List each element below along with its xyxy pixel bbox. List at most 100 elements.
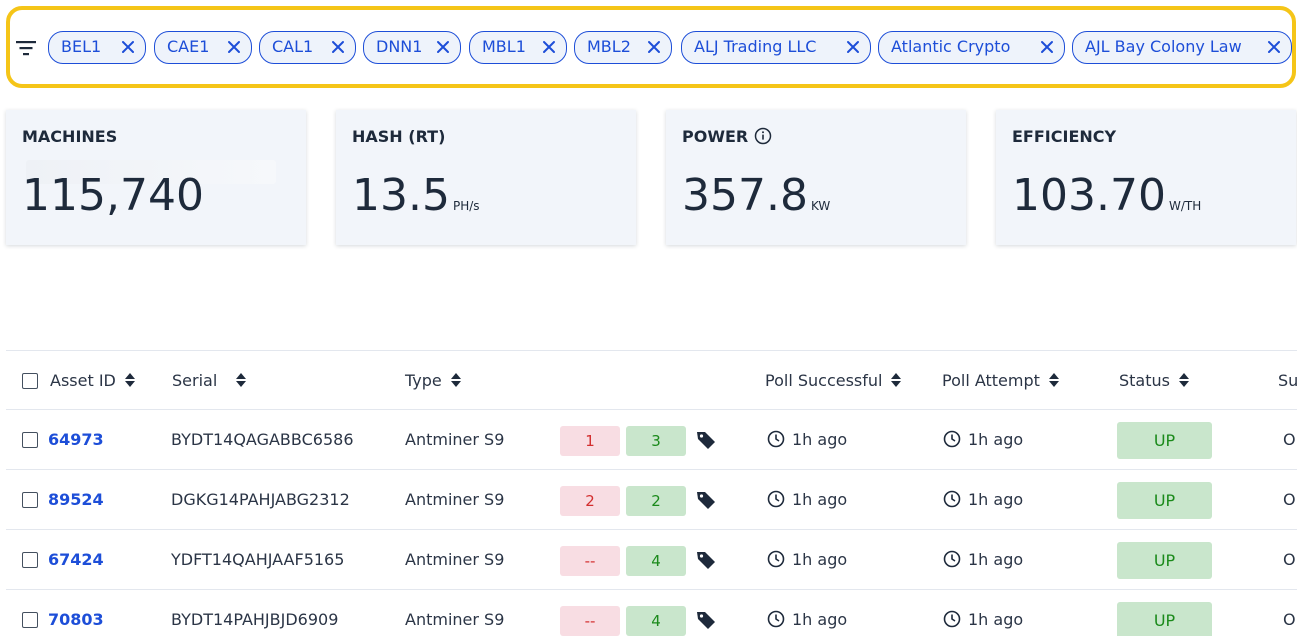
close-icon[interactable] <box>1040 40 1054 54</box>
error-count-badge: -- <box>560 546 620 576</box>
close-icon[interactable] <box>647 40 661 54</box>
poll-attempt-cell: 1h ago <box>943 530 1023 590</box>
su-cell: OK <box>1283 490 1297 509</box>
close-icon[interactable] <box>846 40 860 54</box>
info-icon[interactable] <box>754 127 772 145</box>
poll-successful-text: 1h ago <box>792 550 848 569</box>
clock-icon <box>767 490 785 508</box>
sort-icon[interactable] <box>890 372 902 388</box>
dashboard: BEL1 CAE1 CAL1 DNN1 MBL1 MBL2 ALJ Tradin… <box>0 0 1297 636</box>
filter-chip-label: Atlantic Crypto <box>891 37 1011 56</box>
tag-icon[interactable] <box>695 609 717 631</box>
stat-number: 115,740 <box>22 170 204 221</box>
stat-title: MACHINES <box>22 127 118 146</box>
column-label: Type <box>405 371 442 390</box>
filter-icon[interactable] <box>14 36 38 60</box>
row-checkbox[interactable] <box>22 492 38 508</box>
stat-title-wrap: POWER <box>682 127 772 146</box>
asset-id-link[interactable]: 67424 <box>48 530 104 590</box>
row-checkbox[interactable] <box>22 612 38 628</box>
column-header-asset-id[interactable]: Asset ID <box>50 351 136 411</box>
close-icon[interactable] <box>121 40 135 54</box>
select-all-checkbox[interactable] <box>22 373 38 389</box>
poll-successful-cell: 1h ago <box>767 590 847 636</box>
column-header-serial[interactable]: Serial <box>172 351 247 411</box>
ok-count-badge: 2 <box>626 486 686 516</box>
poll-successful-cell: 1h ago <box>767 530 847 590</box>
filter-chip-dnn1[interactable]: DNN1 <box>363 31 461 64</box>
column-label: Poll Attempt <box>942 371 1040 390</box>
ok-count-badge: 4 <box>626 546 686 576</box>
serial-cell: BYDT14PAHJBJD6909 <box>171 610 339 629</box>
serial-cell: DGKG14PAHJABG2312 <box>171 490 350 509</box>
stat-unit: W/TH <box>1168 199 1202 213</box>
poll-successful-cell: 1h ago <box>767 470 847 530</box>
stat-card-efficiency: EFFICIENCY 103.70 W/TH <box>996 110 1296 245</box>
filter-chip-bel1[interactable]: BEL1 <box>48 31 146 64</box>
clock-icon <box>767 430 785 448</box>
filter-chip-atlantic-crypto[interactable]: Atlantic Crypto <box>878 31 1065 64</box>
stat-number: 357.8 <box>682 170 808 221</box>
sort-icon[interactable] <box>450 372 462 388</box>
row-checkbox[interactable] <box>22 552 38 568</box>
asset-id-link[interactable]: 89524 <box>48 470 104 530</box>
poll-attempt-cell: 1h ago <box>943 410 1023 470</box>
table-row[interactable]: 89524 DGKG14PAHJABG2312 Antminer S9 2 2 … <box>6 470 1297 530</box>
column-header-type[interactable]: Type <box>405 351 462 411</box>
asset-id-link[interactable]: 70803 <box>48 590 104 636</box>
table-row[interactable]: 70803 BYDT14PAHJBJD6909 Antminer S9 -- 4… <box>6 590 1297 636</box>
poll-attempt-cell: 1h ago <box>943 470 1023 530</box>
row-checkbox[interactable] <box>22 432 38 448</box>
close-icon[interactable] <box>436 40 450 54</box>
filter-bar: BEL1 CAE1 CAL1 DNN1 MBL1 MBL2 ALJ Tradin… <box>6 6 1296 88</box>
column-label: Status <box>1119 371 1170 390</box>
su-cell: OK <box>1283 550 1297 569</box>
filter-chip-alj-trading[interactable]: ALJ Trading LLC <box>681 31 871 64</box>
clock-icon <box>767 610 785 628</box>
sort-icon[interactable] <box>124 372 136 388</box>
type-cell: Antminer S9 <box>405 610 505 629</box>
filter-chip-label: MBL1 <box>482 37 526 56</box>
column-label: Poll Successful <box>765 371 883 390</box>
ok-count-badge: 4 <box>626 606 686 636</box>
column-header-su[interactable]: Su <box>1278 351 1297 411</box>
stat-title: HASH (RT) <box>352 127 446 146</box>
close-icon[interactable] <box>1267 40 1281 54</box>
poll-attempt-text: 1h ago <box>968 430 1024 449</box>
filter-chip-mbl2[interactable]: MBL2 <box>574 31 672 64</box>
poll-successful-text: 1h ago <box>792 610 848 629</box>
clock-icon <box>943 610 961 628</box>
poll-attempt-text: 1h ago <box>968 550 1024 569</box>
column-header-poll-attempt[interactable]: Poll Attempt <box>942 351 1060 411</box>
column-label: Asset ID <box>50 371 116 390</box>
sort-icon[interactable] <box>1178 372 1190 388</box>
filter-chip-ajl-bay-colony-law[interactable]: AJL Bay Colony Law <box>1072 31 1292 64</box>
filter-chip-cae1[interactable]: CAE1 <box>154 31 252 64</box>
status-badge: UP <box>1117 482 1212 519</box>
column-header-poll-successful[interactable]: Poll Successful <box>765 351 902 411</box>
clock-icon <box>943 490 961 508</box>
column-header-status[interactable]: Status <box>1119 351 1190 411</box>
poll-successful-cell: 1h ago <box>767 410 847 470</box>
sort-icon[interactable] <box>235 372 247 388</box>
close-icon[interactable] <box>227 40 241 54</box>
stat-value: 103.70 W/TH <box>1012 170 1201 221</box>
clock-icon <box>767 550 785 568</box>
table-row[interactable]: 67424 YDFT14QAHJAAF5165 Antminer S9 -- 4… <box>6 530 1297 590</box>
table-row[interactable]: 64973 BYDT14QAGABBC6586 Antminer S9 1 3 … <box>6 410 1297 470</box>
asset-id-link[interactable]: 64973 <box>48 410 104 470</box>
su-cell: OK <box>1283 610 1297 629</box>
tag-icon[interactable] <box>695 429 717 451</box>
serial-cell: BYDT14QAGABBC6586 <box>171 430 354 449</box>
sort-icon[interactable] <box>1048 372 1060 388</box>
clock-icon <box>943 550 961 568</box>
close-icon[interactable] <box>331 40 345 54</box>
poll-successful-text: 1h ago <box>792 490 848 509</box>
tag-icon[interactable] <box>695 489 717 511</box>
tag-icon[interactable] <box>695 549 717 571</box>
type-cell: Antminer S9 <box>405 490 505 509</box>
filter-chip-cal1[interactable]: CAL1 <box>259 31 356 64</box>
filter-chip-mbl1[interactable]: MBL1 <box>469 31 567 64</box>
close-icon[interactable] <box>542 40 556 54</box>
type-cell: Antminer S9 <box>405 550 505 569</box>
